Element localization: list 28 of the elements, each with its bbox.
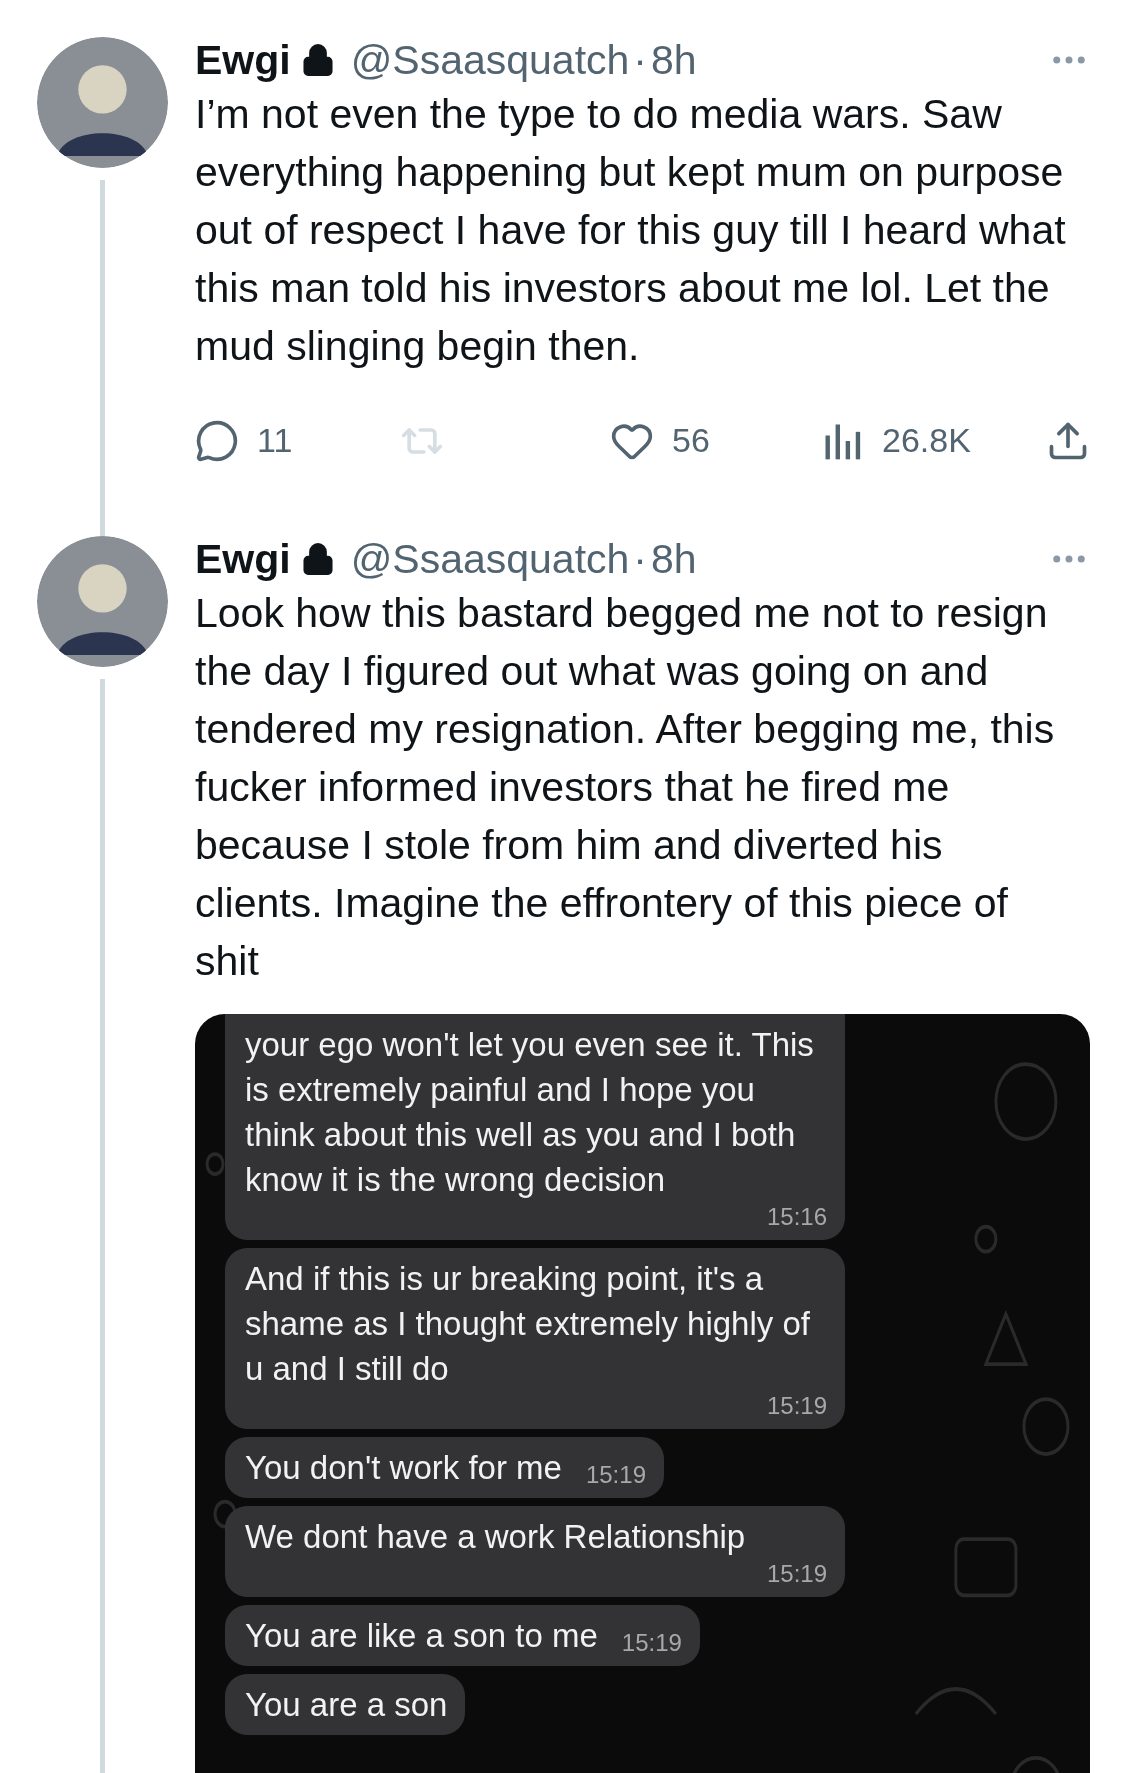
post-time: 8h (651, 536, 697, 582)
message-text: And if this is ur breaking point, it's a shame as I thought extremely highly of u and I still do (245, 1259, 811, 1389)
message-time: 15:19 (621, 1628, 682, 1658)
like-count: 56 (672, 420, 710, 461)
tweet-text: Look how this bastard begged me not to resign the day I figured out what was going on and tendered my resignation. After begging me, this fucker informed investors that he fired me because I stole from him and diverted his clients. Imagine the effrontery of this piece of shit (195, 589, 1056, 986)
user-handle[interactable]: @Ssaasquatch (350, 536, 630, 582)
message-time: 15:16 (766, 1202, 827, 1232)
message-text: your ego won't let you even see it. This is extremely painful and I hope you think about this well as you and I both know it is the wrong decision (245, 1025, 815, 1200)
author-name[interactable]: Ewgi (195, 536, 291, 582)
avatar[interactable] (37, 536, 168, 667)
reply-icon[interactable] (195, 418, 239, 463)
message-time: 15:19 (766, 1559, 827, 1589)
message-text: You don't work for me (245, 1448, 562, 1488)
user-handle[interactable]: @Ssaasquatch (350, 37, 630, 83)
message-text: You are a son (245, 1685, 448, 1725)
chat-screenshot[interactable] (195, 1014, 1090, 1773)
separator-dot: · (633, 536, 647, 582)
message-time: 15:19 (585, 1460, 646, 1490)
separator-dot: · (633, 37, 647, 83)
views-count: 26.8K (882, 420, 971, 461)
author-name[interactable]: Ewgi (195, 37, 291, 83)
post-time: 8h (651, 37, 697, 83)
tweet-text: I’m not even the type to do media wars. Saw everything happening but kept mum on purpose out of respect I have for this guy till I heard what this man told his investors about me lol. Let the mud slinging begin then. (195, 90, 1067, 371)
message-text: You are like a son to me (245, 1616, 598, 1656)
message-text: We dont have a work Relationship (245, 1517, 746, 1557)
avatar[interactable] (37, 37, 168, 168)
reply-count: 11 (257, 420, 293, 461)
message-time: 15:19 (766, 1391, 827, 1421)
